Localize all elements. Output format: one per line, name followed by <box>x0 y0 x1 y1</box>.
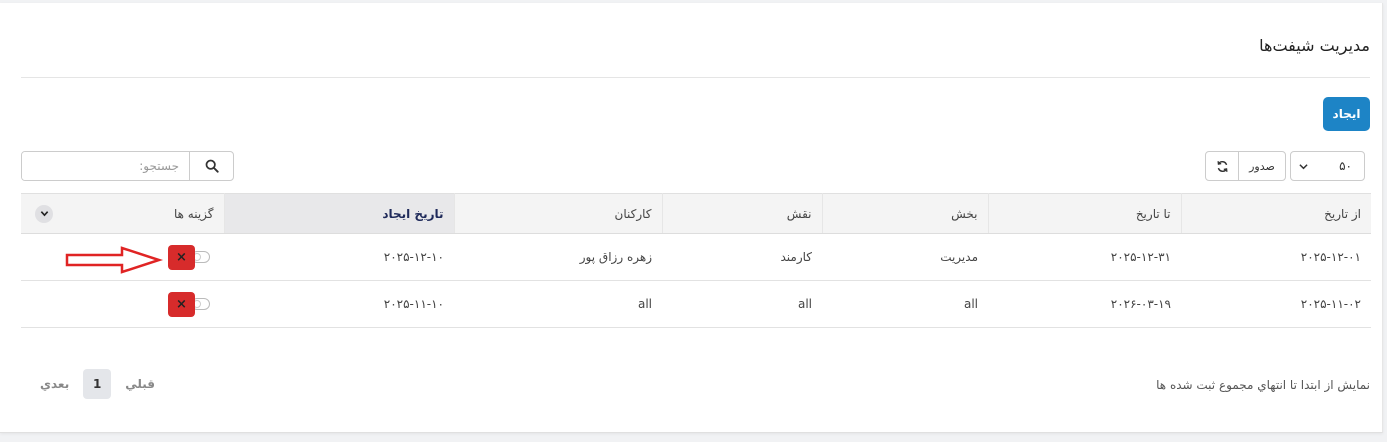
page-size-select[interactable]: ۵۰ <box>1290 151 1365 181</box>
pagination: قبلي 1 بعدي <box>40 369 155 399</box>
table-actions-group: صدور <box>1205 151 1286 181</box>
shifts-table: از تاریخ تا تاریخ بخش نقش کارکنان تاریخ … <box>21 193 1371 328</box>
column-header-created-date[interactable]: تاریخ ایجاد <box>223 193 454 234</box>
search-box <box>21 151 234 181</box>
cell-to-date: ۲۰۲۶-۰۳-۱۹ <box>1110 297 1171 311</box>
options-header-label: گزینه ها <box>173 206 214 221</box>
refresh-button[interactable] <box>1206 152 1238 180</box>
search-button[interactable] <box>189 152 233 180</box>
table-row: ۲۰۲۵-۱۲-۰۱ ۲۰۲۵-۱۲-۳۱ مدیریت کارمند زهره… <box>21 234 1371 281</box>
cell-department: مدیریت <box>940 250 978 264</box>
column-toggle-button[interactable] <box>35 204 53 223</box>
cell-staff: زهره رزاق پور <box>579 250 652 264</box>
page-button-current[interactable]: 1 <box>83 369 112 399</box>
column-header-options[interactable]: گزینه ها <box>21 193 224 234</box>
cell-role: all <box>797 297 812 311</box>
cell-created-date: ۲۰۲۵-۱۱-۱۰ <box>383 297 444 311</box>
cell-staff: all <box>637 297 652 311</box>
cell-to-date: ۲۰۲۵-۱۲-۳۱ <box>1110 250 1171 264</box>
annotation-arrow <box>65 246 164 274</box>
column-header-department[interactable]: بخش <box>821 193 988 234</box>
page-size-value: ۵۰ <box>1339 159 1352 173</box>
export-button[interactable]: صدور <box>1238 152 1285 180</box>
close-icon: × <box>176 296 187 312</box>
column-header-role[interactable]: نقش <box>661 193 822 234</box>
table-header-row: از تاریخ تا تاریخ بخش نقش کارکنان تاریخ … <box>21 193 1371 234</box>
cell-from-date: ۲۰۲۵-۱۱-۰۲ <box>1300 297 1361 311</box>
title-divider <box>21 77 1370 78</box>
delete-button[interactable]: × <box>168 291 195 317</box>
delete-button[interactable]: × <box>168 244 195 270</box>
page-title: مدیریت شیفت‌ها <box>1259 36 1370 55</box>
next-page-link[interactable]: بعدي <box>40 377 69 391</box>
close-icon: × <box>176 249 187 265</box>
cell-department: all <box>963 297 978 311</box>
cell-options: × <box>21 281 224 328</box>
table-row: ۲۰۲۵-۱۱-۰۲ ۲۰۲۶-۰۳-۱۹ all all all ۲۰۲۵-۱… <box>21 281 1371 328</box>
column-header-staff[interactable]: کارکنان <box>453 193 662 234</box>
cell-role: کارمند <box>780 250 812 264</box>
chevron-down-icon <box>40 211 48 217</box>
search-input[interactable] <box>22 152 189 180</box>
cell-from-date: ۲۰۲۵-۱۲-۰۱ <box>1300 250 1361 264</box>
shift-management-panel: مدیریت شیفت‌ها ایجاد ۵۰ صدور <box>0 3 1383 433</box>
cell-created-date: ۲۰۲۵-۱۲-۱۰ <box>383 250 444 264</box>
search-icon <box>205 159 219 173</box>
column-header-to-date[interactable]: تا تاریخ <box>987 193 1181 234</box>
prev-page-link[interactable]: قبلي <box>125 377 155 391</box>
column-header-from-date[interactable]: از تاریخ <box>1180 193 1371 234</box>
table-info-text: نمایش از ابتدا تا انتهاي مجموع ثبت شده ه… <box>1156 378 1370 392</box>
create-button[interactable]: ایجاد <box>1323 97 1370 131</box>
chevron-down-icon <box>1299 163 1308 169</box>
refresh-icon <box>1216 160 1228 172</box>
